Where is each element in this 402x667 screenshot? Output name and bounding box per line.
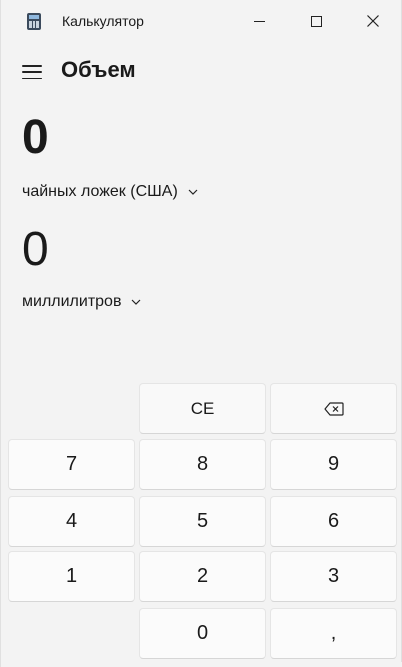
key-2[interactable]: 2 [139, 551, 266, 602]
maximize-icon [310, 15, 322, 27]
to-unit-dropdown[interactable]: миллилитров [22, 293, 141, 311]
key-7[interactable]: 7 [8, 439, 135, 490]
key-8[interactable]: 8 [139, 439, 266, 490]
minimize-button[interactable] [236, 0, 282, 42]
backspace-icon [323, 401, 344, 416]
clear-entry-button[interactable]: CE [139, 383, 266, 434]
calculator-icon [27, 13, 41, 30]
key-6[interactable]: 6 [270, 496, 397, 547]
key-3[interactable]: 3 [270, 551, 397, 602]
from-value[interactable]: 0 [22, 110, 49, 166]
chevron-down-icon [188, 189, 198, 195]
window-title: Калькулятор [62, 13, 144, 29]
to-value[interactable]: 0 [22, 222, 49, 278]
hamburger-icon[interactable] [22, 65, 42, 79]
maximize-button[interactable] [293, 0, 339, 42]
close-button[interactable] [350, 0, 396, 42]
from-unit-dropdown[interactable]: чайных ложек (США) [22, 183, 198, 201]
key-5[interactable]: 5 [139, 496, 266, 547]
key-9[interactable]: 9 [270, 439, 397, 490]
key-4[interactable]: 4 [8, 496, 135, 547]
key-0[interactable]: 0 [139, 608, 266, 659]
title-bar[interactable]: Калькулятор [1, 0, 401, 42]
calculator-window: Калькулятор Объем 0 чайных ложек (США) 0… [0, 0, 402, 667]
key-1[interactable]: 1 [8, 551, 135, 602]
to-unit-label: миллилитров [22, 293, 122, 310]
bottom-edge [1, 662, 402, 667]
backspace-button[interactable] [270, 383, 397, 434]
minimize-icon [253, 20, 265, 22]
chevron-down-icon [132, 299, 141, 305]
mode-title: Объем [61, 57, 136, 82]
decimal-separator-button[interactable]: , [270, 608, 397, 659]
from-unit-label: чайных ложек (США) [22, 183, 178, 200]
close-icon [367, 15, 379, 27]
